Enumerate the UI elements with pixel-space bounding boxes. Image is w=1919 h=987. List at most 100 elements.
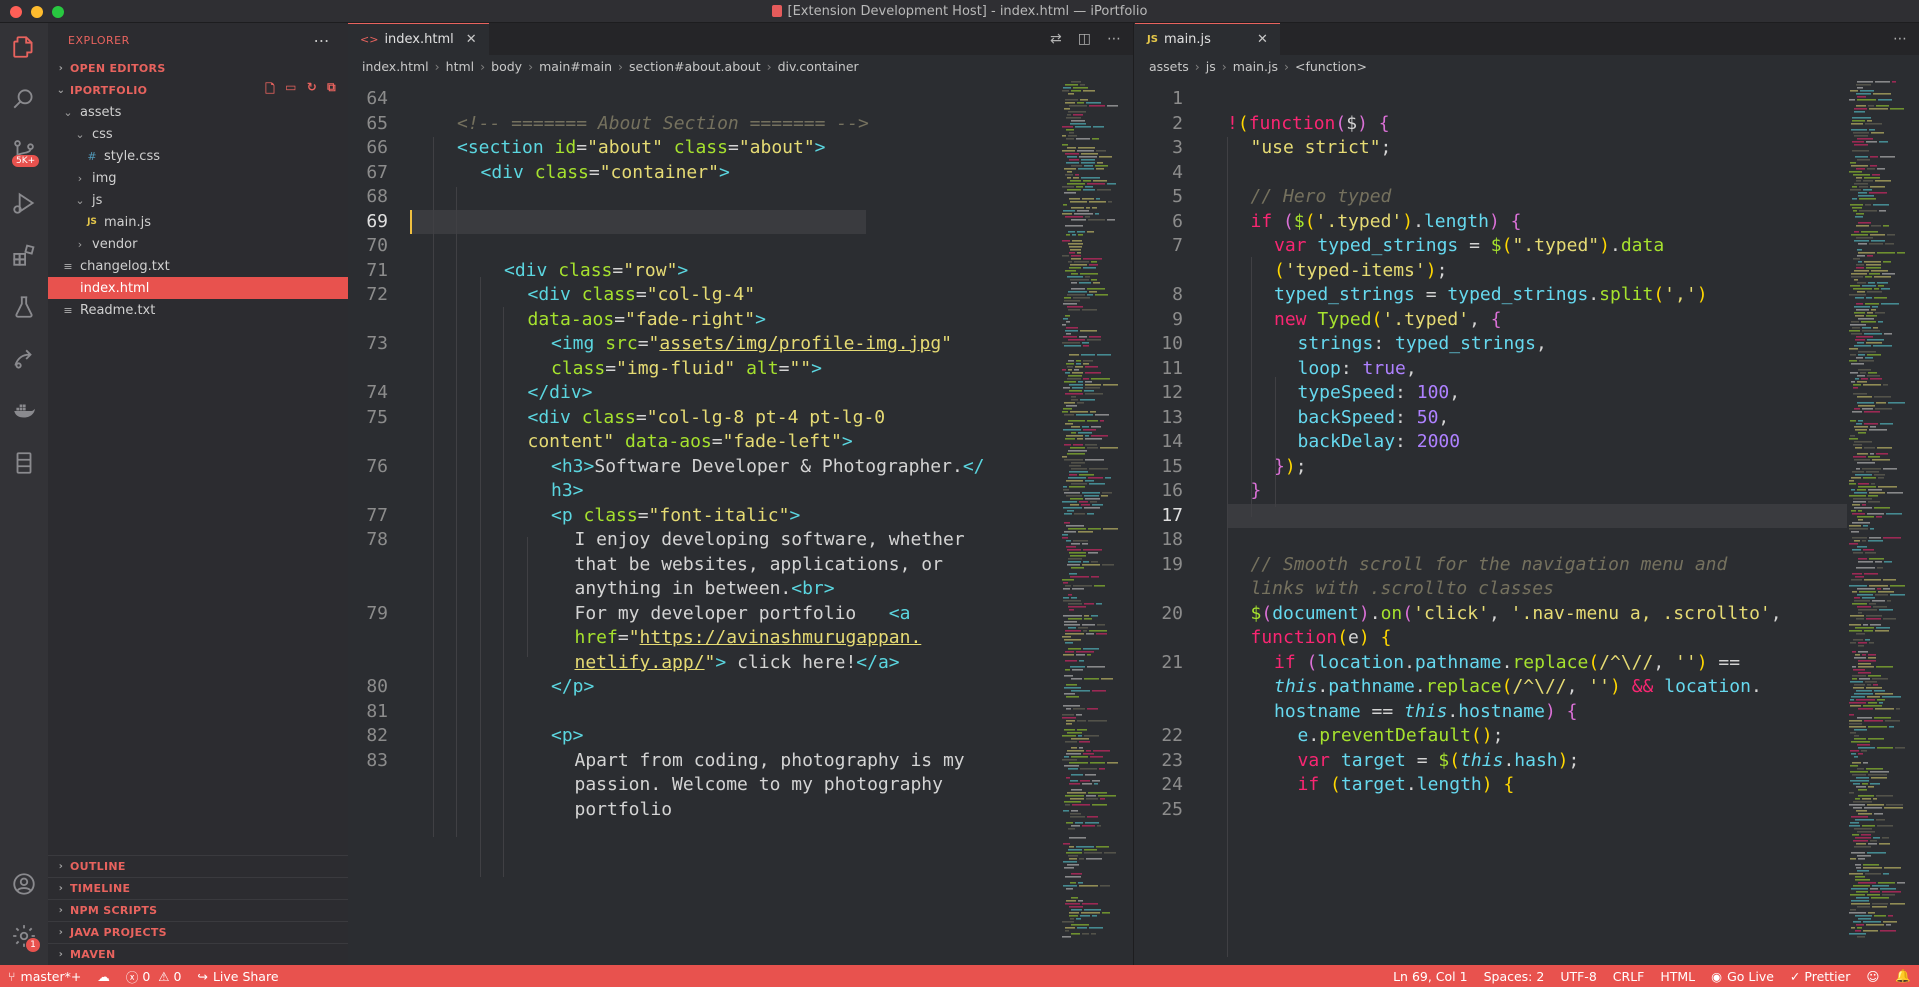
code-token: ,	[1770, 602, 1782, 624]
code-line: <div class="col-lg-4"	[528, 283, 756, 308]
tab-main-js[interactable]: JS main.js ✕	[1135, 23, 1280, 55]
tree-item-js[interactable]: ⌄ js	[48, 189, 348, 211]
cursor-position[interactable]: Ln 69, Col 1	[1385, 965, 1476, 987]
breadcrumb-item[interactable]: section#about.about	[629, 59, 761, 74]
remote-explorer-icon[interactable]	[0, 439, 48, 487]
chevron-right-icon: ›	[77, 171, 83, 185]
new-folder-icon[interactable]: ▭	[285, 80, 297, 101]
account-icon[interactable]	[0, 860, 48, 908]
new-file-icon[interactable]: 🗋	[265, 80, 275, 101]
code-token: hostname	[1458, 700, 1545, 722]
code-token: var	[1274, 235, 1318, 256]
tree-item-index-html[interactable]: index.html	[48, 277, 348, 299]
breadcrumb-item[interactable]: <function>	[1295, 59, 1367, 74]
collapse-all-icon[interactable]: ⧉	[327, 80, 336, 101]
code-token: =	[1405, 749, 1439, 771]
run-debug-icon[interactable]	[0, 179, 48, 227]
line-number: 9	[1172, 308, 1183, 330]
code-token: <section	[457, 137, 555, 158]
search-icon[interactable]	[0, 75, 48, 123]
code-token: ''	[1588, 676, 1611, 697]
close-window-button[interactable]	[10, 6, 22, 18]
breadcrumb-item[interactable]: div.container	[778, 59, 859, 74]
minimap[interactable]	[1060, 77, 1120, 957]
code-token: class	[673, 137, 728, 158]
breadcrumb-item[interactable]: html	[446, 59, 474, 74]
npm-scripts-section[interactable]: › NPM SCRIPTS	[48, 899, 348, 921]
code-token: data	[1620, 235, 1665, 256]
outline-section[interactable]: › OUTLINE	[48, 855, 348, 877]
live-share-status[interactable]: ↪ Live Share	[189, 965, 286, 987]
split-editor-icon[interactable]: ◫	[1078, 31, 1091, 47]
more-actions-icon[interactable]: ⋯	[1107, 31, 1121, 47]
more-actions-icon[interactable]: ⋯	[314, 31, 331, 50]
project-section[interactable]: ⌄ IPORTFOLIO 🗋 ▭ ↻ ⧉	[48, 79, 348, 101]
code-line: strings: typed_strings,	[1298, 332, 1547, 357]
activity-bar: 5K+ 1	[0, 23, 48, 965]
java-projects-section[interactable]: › JAVA PROJECTS	[48, 921, 348, 943]
source-control-icon[interactable]: 5K+	[0, 127, 48, 175]
tree-item-readme-txt[interactable]: ≡ Readme.txt	[48, 299, 348, 321]
tree-item-img[interactable]: › img	[48, 167, 348, 189]
live-share-icon[interactable]	[0, 335, 48, 383]
open-changes-icon[interactable]: ⇄	[1050, 31, 1062, 47]
prettier-status[interactable]: ✓ Prettier	[1782, 965, 1858, 987]
line-number: 78	[366, 529, 388, 550]
code-line: <img src="assets/img/profile-img.jpg"	[551, 332, 952, 357]
problems-status[interactable]: ⓧ 0 ⚠ 0	[118, 965, 190, 987]
tree-item-assets[interactable]: ⌄ assets	[48, 101, 348, 123]
close-tab-icon[interactable]: ✕	[1257, 32, 1268, 47]
breadcrumb-item[interactable]: main#main	[539, 59, 612, 74]
extensions-icon[interactable]	[0, 231, 48, 279]
close-tab-icon[interactable]: ✕	[466, 32, 477, 47]
indentation[interactable]: Spaces: 2	[1476, 965, 1553, 987]
code-token: typed_strings	[1274, 284, 1415, 305]
minimize-window-button[interactable]	[31, 6, 43, 18]
docker-icon[interactable]	[0, 387, 48, 435]
explorer-icon[interactable]	[0, 23, 48, 71]
tree-item-label: js	[92, 192, 103, 208]
tree-item-main-js[interactable]: JS main.js	[48, 211, 348, 233]
manage-gear-icon[interactable]: 1	[0, 912, 48, 960]
code-line: </p>	[551, 675, 594, 700]
code-token: preventDefault	[1319, 725, 1471, 746]
line-number: 14	[1161, 431, 1183, 452]
language-mode[interactable]: HTML	[1652, 965, 1703, 987]
refresh-icon[interactable]: ↻	[307, 80, 317, 101]
line-number: 82	[366, 725, 388, 746]
end-of-line[interactable]: CRLF	[1605, 965, 1653, 987]
tree-item-css[interactable]: ⌄ css	[48, 123, 348, 145]
encoding[interactable]: UTF-8	[1552, 965, 1604, 987]
more-actions-icon[interactable]: ⋯	[1893, 31, 1907, 47]
code-token: ==	[1707, 651, 1741, 673]
minimap[interactable]	[1847, 77, 1907, 957]
sync-status[interactable]: ☁	[89, 965, 118, 987]
open-editors-section[interactable]: › OPEN EDITORS	[48, 57, 348, 79]
code-token: "	[648, 333, 660, 354]
feedback-icon[interactable]: ☺	[1858, 965, 1887, 987]
tree-item-changelog-txt[interactable]: ≡ changelog.txt	[48, 255, 348, 277]
go-live-status[interactable]: ◉ Go Live	[1703, 965, 1782, 987]
breadcrumb-item[interactable]: body	[491, 59, 522, 74]
breadcrumb-item[interactable]: js	[1206, 59, 1216, 74]
testing-icon[interactable]	[0, 283, 48, 331]
breadcrumb-item[interactable]: assets	[1149, 59, 1189, 74]
maven-section[interactable]: › MAVEN	[48, 943, 348, 965]
code-token: =	[1458, 235, 1491, 256]
notifications-icon[interactable]: 🔔	[1887, 965, 1919, 987]
breadcrumb-item[interactable]: main.js	[1233, 59, 1278, 74]
code-token: {	[1378, 112, 1390, 134]
branch-status[interactable]: ⑂ master*+	[0, 965, 89, 987]
breadcrumb-item[interactable]: index.html	[362, 59, 429, 74]
breadcrumb: assets › js › main.js › <function>	[1135, 55, 1919, 77]
tree-item-vendor[interactable]: › vendor	[48, 233, 348, 255]
code-token: if	[1250, 210, 1284, 232]
code-line: links with .scrollto classes	[1251, 577, 1554, 602]
tree-item-style-css[interactable]: # style.css	[48, 145, 348, 167]
code-line: backSpeed: 50,	[1298, 406, 1450, 431]
timeline-section[interactable]: › TIMELINE	[48, 877, 348, 899]
code-token: that be websites, applications, or	[574, 553, 943, 575]
zoom-window-button[interactable]	[52, 6, 64, 18]
tab-index-html[interactable]: <> index.html ✕	[348, 23, 489, 55]
